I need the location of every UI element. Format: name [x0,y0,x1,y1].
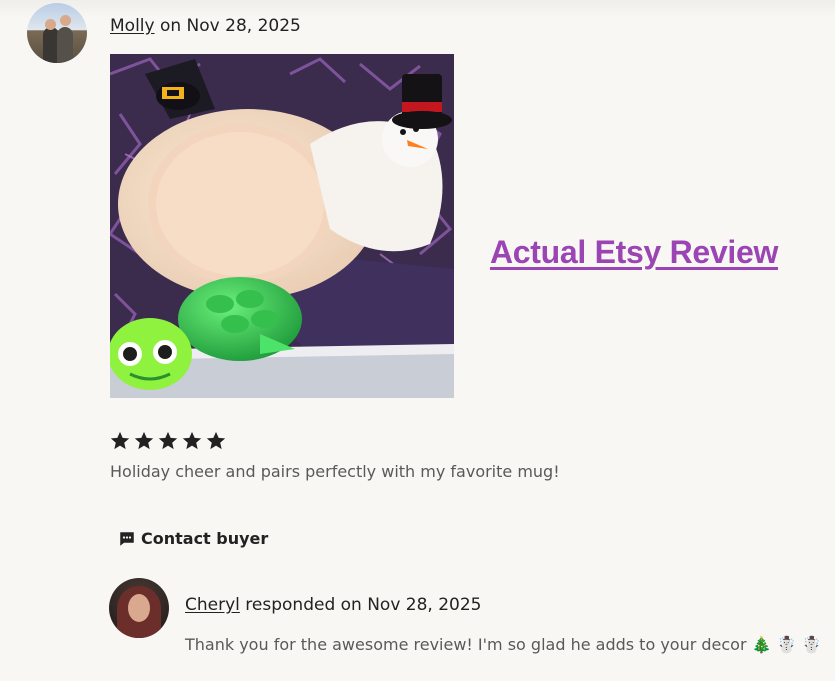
seller-name-link[interactable]: Cheryl [185,595,240,615]
star-rating [109,430,227,452]
review-date: on Nov 28, 2025 [154,16,301,36]
reviewer-name-link[interactable]: Molly [110,16,155,36]
star-icon [110,431,130,450]
response-header: Cheryl responded on Nov 28, 2025 [185,595,482,615]
review-photo-image [110,54,454,398]
response-date: responded on Nov 28, 2025 [239,595,482,615]
contact-buyer-button[interactable]: Contact buyer [118,529,268,548]
response-text: Thank you for the awesome review! I'm so… [185,635,822,654]
reviewer-avatar[interactable] [27,3,87,63]
star-icon [158,431,178,450]
star-icon [134,431,154,450]
chat-bubble-icon [120,531,134,546]
review-text: Holiday cheer and pairs perfectly with m… [110,462,560,481]
review-page: Molly on Nov 28, 2025 Actual Etsy Review… [0,0,835,681]
overlay-title: Actual Etsy Review [490,234,779,270]
seller-avatar[interactable] [109,578,169,638]
star-icon [206,431,226,450]
review-photo[interactable] [110,54,454,398]
contact-buyer-label: Contact buyer [141,529,269,548]
star-icon [182,431,202,450]
review-header: Molly on Nov 28, 2025 [110,16,301,36]
